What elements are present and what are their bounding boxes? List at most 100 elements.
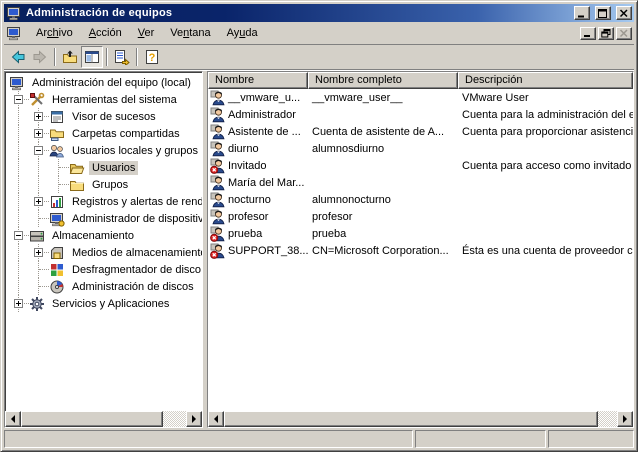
- user-row-invitado[interactable]: InvitadoCuenta para acceso como invitado: [208, 157, 633, 174]
- user-name: Invitado: [228, 160, 267, 172]
- export-list-button[interactable]: [111, 46, 133, 68]
- window-title: Administración de equipos: [25, 7, 571, 19]
- scroll-right-button[interactable]: [186, 411, 202, 427]
- tree-item-grupos[interactable]: Grupos: [5, 176, 202, 193]
- user-row-asistente-de[interactable]: Asistente de ...Cuenta de asistente de A…: [208, 123, 633, 140]
- menu-ayuda[interactable]: Ayuda: [219, 24, 266, 43]
- list-scrollbar-track[interactable]: [598, 411, 617, 427]
- tree-indent-guide: [9, 278, 29, 295]
- mdi-minimize-button[interactable]: [580, 27, 596, 40]
- column-header-nombre-completo[interactable]: Nombre completo: [308, 72, 458, 89]
- tree-indent-guide: [9, 159, 29, 176]
- show-console-tree-button[interactable]: [81, 46, 103, 68]
- mdi-restore-button[interactable]: [598, 27, 614, 40]
- menu-ventana[interactable]: Ventana: [162, 24, 218, 43]
- expand-icon[interactable]: [34, 248, 43, 257]
- forward-arrow-icon: [32, 49, 48, 65]
- tree-item-registros-y-alertas-de-rendim[interactable]: Registros y alertas de rendim: [5, 193, 202, 210]
- cell-nombre: profesor: [208, 208, 308, 225]
- removable-storage-icon: [49, 245, 65, 261]
- collapse-icon[interactable]: [14, 95, 23, 104]
- expand-icon[interactable]: [34, 197, 43, 206]
- user-row-administrador[interactable]: AdministradorCuenta para la administraci…: [208, 106, 633, 123]
- statusbar: [4, 430, 634, 448]
- defrag-icon: [49, 262, 65, 278]
- tree-item-administrador-de-dispositivos[interactable]: Administrador de dispositivos: [5, 210, 202, 227]
- cell-nombre-completo: alumnonocturno: [308, 191, 458, 208]
- tree-item-servicios-y-aplicaciones[interactable]: Servicios y Aplicaciones: [5, 295, 202, 312]
- tree-item-visor-de-sucesos[interactable]: Visor de sucesos: [5, 108, 202, 125]
- collapse-icon[interactable]: [34, 146, 43, 155]
- tree-item-desfragmentador-de-disco[interactable]: Desfragmentador de disco: [5, 261, 202, 278]
- menu-list: ArchivoAcciónVerVentanaAyuda: [28, 24, 266, 43]
- cell-nombre: nocturno: [208, 191, 308, 208]
- minimize-button[interactable]: [574, 6, 590, 20]
- column-header-nombre[interactable]: Nombre: [208, 72, 308, 89]
- tree-item-herramientas-del-sistema[interactable]: Herramientas del sistema: [5, 91, 202, 108]
- mdi-system-menu-icon[interactable]: [6, 25, 22, 41]
- cell-nombre: diurno: [208, 140, 308, 157]
- event-viewer-icon: [49, 109, 65, 125]
- tree-item-administración-de-discos[interactable]: Administración de discos: [5, 278, 202, 295]
- list-scrollbar-thumb[interactable]: [224, 411, 598, 427]
- details-panel: NombreNombre completoDescripción __vmwar…: [207, 71, 634, 428]
- expand-icon[interactable]: [14, 299, 23, 308]
- performance-icon: [49, 194, 65, 210]
- user-row-__vmware_u[interactable]: __vmware_u...__vmware_user__VMware User: [208, 89, 633, 106]
- scroll-right-icon: [623, 415, 631, 423]
- tree-expander-slot: [29, 278, 49, 295]
- user-name: __vmware_u...: [228, 92, 300, 104]
- user-row-diurno[interactable]: diurnoalumnosdiurno: [208, 140, 633, 157]
- tree-scrollbar-thumb[interactable]: [21, 411, 163, 427]
- tree-indent-guide: [9, 176, 29, 193]
- column-header-descripci-n[interactable]: Descripción: [458, 72, 633, 89]
- menubar: ArchivoAcciónVerVentanaAyuda: [4, 22, 634, 45]
- tree-item-medios-de-almacenamiento-e[interactable]: Medios de almacenamiento e: [5, 244, 202, 261]
- tree-scrollbar-track[interactable]: [163, 411, 186, 427]
- cell-nombre: SUPPORT_38...: [208, 242, 308, 259]
- minimize-icon: [577, 9, 587, 18]
- forward-arrow-button[interactable]: [29, 46, 51, 68]
- user-icon: [210, 175, 226, 191]
- up-one-level-button[interactable]: [59, 46, 81, 68]
- main-area: Administración del equipo (local)Herrami…: [4, 71, 634, 428]
- cell-nombre-completo: prueba: [308, 225, 458, 242]
- scroll-left-button[interactable]: [5, 411, 21, 427]
- tree-horizontal-scrollbar[interactable]: [5, 411, 202, 427]
- expand-icon[interactable]: [34, 129, 43, 138]
- list-column-headers: NombreNombre completoDescripción: [208, 72, 633, 89]
- tree-expander-slot: [29, 244, 49, 261]
- tree-item-usuarios-locales-y-grupos[interactable]: Usuarios locales y grupos: [5, 142, 202, 159]
- menu-ver[interactable]: Ver: [130, 24, 163, 43]
- help-icon: ?: [144, 49, 160, 65]
- user-row-support_38[interactable]: SUPPORT_38...CN=Microsoft Corporation...…: [208, 242, 633, 259]
- tree-item-label: Usuarios: [89, 161, 138, 175]
- computer-management-window: Administración de equipos ArchivoAcciónV…: [0, 0, 638, 452]
- tree-item-almacenamiento[interactable]: Almacenamiento: [5, 227, 202, 244]
- list-horizontal-scrollbar[interactable]: [208, 411, 633, 427]
- mdi-close-icon: [619, 29, 629, 38]
- cell-nombre-completo: CN=Microsoft Corporation...: [308, 242, 458, 259]
- tree-item-administración-del-equipo-local[interactable]: Administración del equipo (local): [5, 74, 202, 91]
- help-button[interactable]: ?: [141, 46, 163, 68]
- back-arrow-button[interactable]: [7, 46, 29, 68]
- maximize-button[interactable]: [595, 6, 611, 20]
- up-one-level-icon: [62, 49, 78, 65]
- user-row-prueba[interactable]: pruebaprueba: [208, 225, 633, 242]
- tree-item-usuarios[interactable]: Usuarios: [5, 159, 202, 176]
- user-row-profesor[interactable]: profesorprofesor: [208, 208, 633, 225]
- scroll-left-button[interactable]: [208, 411, 224, 427]
- user-row-mar-a-del-mar[interactable]: María del Mar...: [208, 174, 633, 191]
- tree-expander-slot: [29, 142, 49, 159]
- close-button[interactable]: [616, 6, 632, 20]
- console-tree: Administración del equipo (local)Herrami…: [5, 72, 202, 411]
- menu-archivo[interactable]: Archivo: [28, 24, 81, 43]
- mdi-close-button[interactable]: [616, 27, 632, 40]
- user-name: María del Mar...: [228, 177, 304, 189]
- user-row-nocturno[interactable]: nocturnoalumnonocturno: [208, 191, 633, 208]
- scroll-right-button[interactable]: [617, 411, 633, 427]
- expand-icon[interactable]: [34, 112, 43, 121]
- tree-item-carpetas-compartidas[interactable]: Carpetas compartidas: [5, 125, 202, 142]
- menu-accin[interactable]: Acción: [81, 24, 130, 43]
- collapse-icon[interactable]: [14, 231, 23, 240]
